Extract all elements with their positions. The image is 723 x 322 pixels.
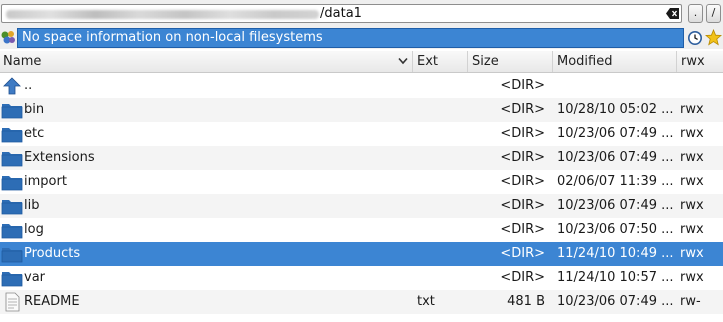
file-name: var [24,270,46,285]
file-size: <DIR> [500,246,545,261]
column-header: Name Ext Size Modified rwx [0,51,723,73]
file-permissions: rwx [680,270,704,285]
file-size: <DIR> [500,102,545,117]
root-dir-button[interactable]: / [706,4,721,23]
folder-icon [1,176,23,191]
file-row[interactable]: import <DIR> 02/06/07 11:39 ... rwx [0,170,723,194]
folder-icon [1,248,23,263]
network-icon [1,31,15,44]
bookmark-star-icon[interactable] [705,29,722,46]
file-row[interactable]: .. <DIR> [0,74,723,98]
file-modified: 02/06/07 11:39 ... [557,174,674,189]
folder-icon [1,224,23,239]
file-size: <DIR> [500,222,545,237]
file-row[interactable]: var <DIR> 11/24/10 10:57 ... rwx [0,266,723,290]
info-bar: No space information on non-local filesy… [0,27,723,49]
file-name: .. [24,78,33,93]
file-name: log [24,222,44,237]
file-name: Extensions [24,150,95,165]
file-modified: 10/23/06 07:49 ... [557,198,674,213]
file-size: <DIR> [500,78,545,93]
parent-dir-button[interactable]: . [688,4,703,23]
column-size-header[interactable]: Size [469,51,553,72]
path-text: /data1 [320,6,362,21]
file-row[interactable]: README txt 481 B 10/23/06 07:49 ... rw- [0,290,723,314]
file-modified: 11/24/10 10:57 ... [557,270,674,285]
file-row[interactable]: lib <DIR> 10/23/06 07:49 ... rwx [0,194,723,218]
file-modified: 10/23/06 07:49 ... [557,294,674,309]
file-permissions: rwx [680,198,704,213]
file-row[interactable]: Extensions <DIR> 10/23/06 07:49 ... rwx [0,146,723,170]
file-permissions: rwx [680,102,704,117]
file-permissions: rwx [680,174,704,189]
file-list: .. <DIR> bin <DIR> 10/28/10 05:02 ... rwx etc <… [0,74,723,314]
file-name: lib [24,198,40,213]
folder-icon [1,152,23,167]
file-size: <DIR> [500,270,545,285]
file-size: <DIR> [500,150,545,165]
file-row[interactable]: log <DIR> 10/23/06 07:50 ... rwx [0,218,723,242]
folder-icon [1,128,23,143]
file-modified: 10/23/06 07:49 ... [557,126,674,141]
up-arrow-icon [3,77,21,95]
file-icon [5,292,20,312]
clear-icon[interactable] [666,8,679,19]
file-modified: 10/23/06 07:50 ... [557,222,674,237]
file-row[interactable]: etc <DIR> 10/23/06 07:49 ... rwx [0,122,723,146]
column-name-header[interactable]: Name [0,51,413,72]
file-size: <DIR> [500,126,545,141]
file-size: 481 B [507,294,545,309]
file-row[interactable]: bin <DIR> 10/28/10 05:02 ... rwx [0,98,723,122]
file-permissions: rw- [680,294,701,309]
file-name: README [24,294,80,309]
file-permissions: rwx [680,246,704,261]
path-input[interactable]: /data1 [1,4,682,23]
file-name: Products [24,246,81,261]
path-bar: /data1 . / [0,0,723,27]
file-permissions: rwx [680,126,704,141]
folder-icon [1,104,23,119]
file-modified: 10/23/06 07:49 ... [557,150,674,165]
space-info-field: No space information on non-local filesy… [17,28,684,48]
sort-descending-icon[interactable] [398,57,408,65]
file-name: etc [24,126,45,141]
file-ext: txt [417,294,435,309]
file-permissions: rwx [680,222,704,237]
file-modified: 11/24/10 10:49 ... [557,246,674,261]
column-perm-header[interactable]: rwx [678,51,723,72]
redacted-path [6,10,319,19]
folder-icon [1,272,23,287]
file-row[interactable]: Products <DIR> 11/24/10 10:49 ... rwx [0,242,723,266]
column-modified-header[interactable]: Modified [554,51,677,72]
clock-icon[interactable] [687,30,703,46]
file-permissions: rwx [680,150,704,165]
folder-icon [1,200,23,215]
file-name: bin [24,102,45,117]
file-size: <DIR> [500,198,545,213]
file-name: import [24,174,67,189]
file-modified: 10/28/10 05:02 ... [557,102,674,117]
column-ext-header[interactable]: Ext [414,51,468,72]
file-size: <DIR> [500,174,545,189]
